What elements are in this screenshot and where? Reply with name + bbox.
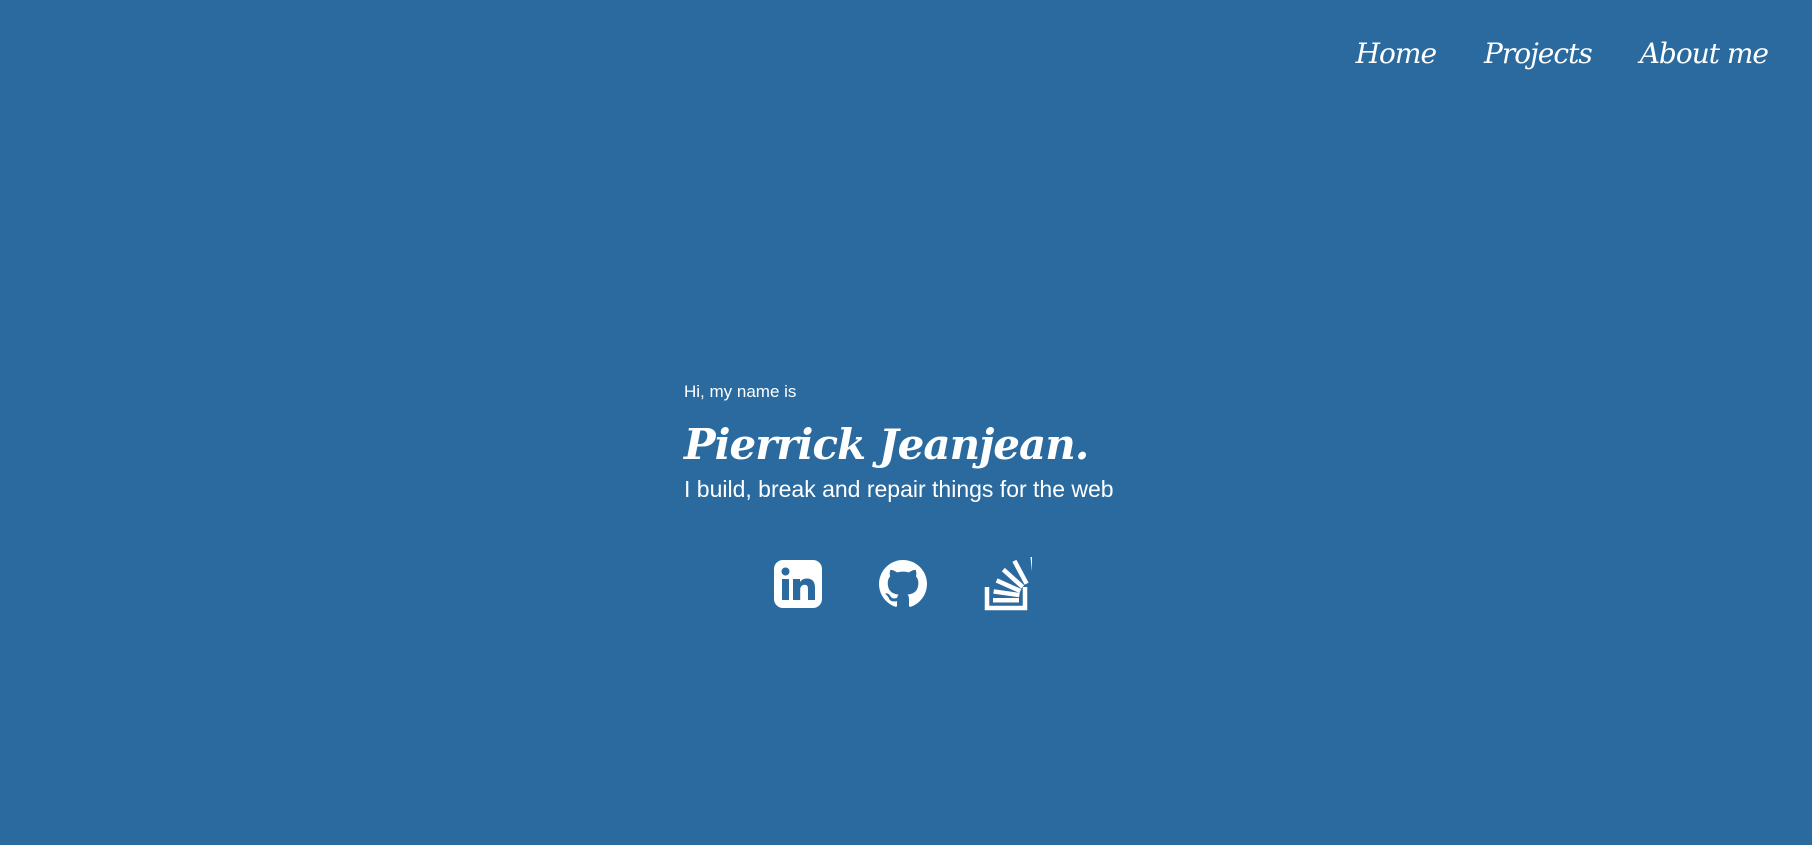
github-icon	[879, 560, 927, 608]
nav-about-link[interactable]: About me	[1640, 40, 1769, 68]
tagline-text: I build, break and repair things for the…	[684, 476, 1114, 502]
hero-section: Hi, my name is Pierrick Jeanjean. I buil…	[684, 383, 1204, 501]
person-name: Pierrick Jeanjean.	[684, 420, 1089, 469]
linkedin-icon	[774, 560, 822, 608]
nav-home-link[interactable]: Home	[1356, 40, 1437, 68]
github-link[interactable]	[879, 558, 927, 610]
stackoverflow-link[interactable]	[984, 557, 1032, 611]
greeting-text: Hi, my name is	[684, 382, 797, 401]
main-nav: Home Projects About me	[1356, 40, 1769, 68]
social-links	[774, 557, 1032, 611]
stackoverflow-icon	[984, 557, 1032, 611]
nav-projects-link[interactable]: Projects	[1484, 40, 1593, 68]
linkedin-link[interactable]	[774, 558, 822, 610]
